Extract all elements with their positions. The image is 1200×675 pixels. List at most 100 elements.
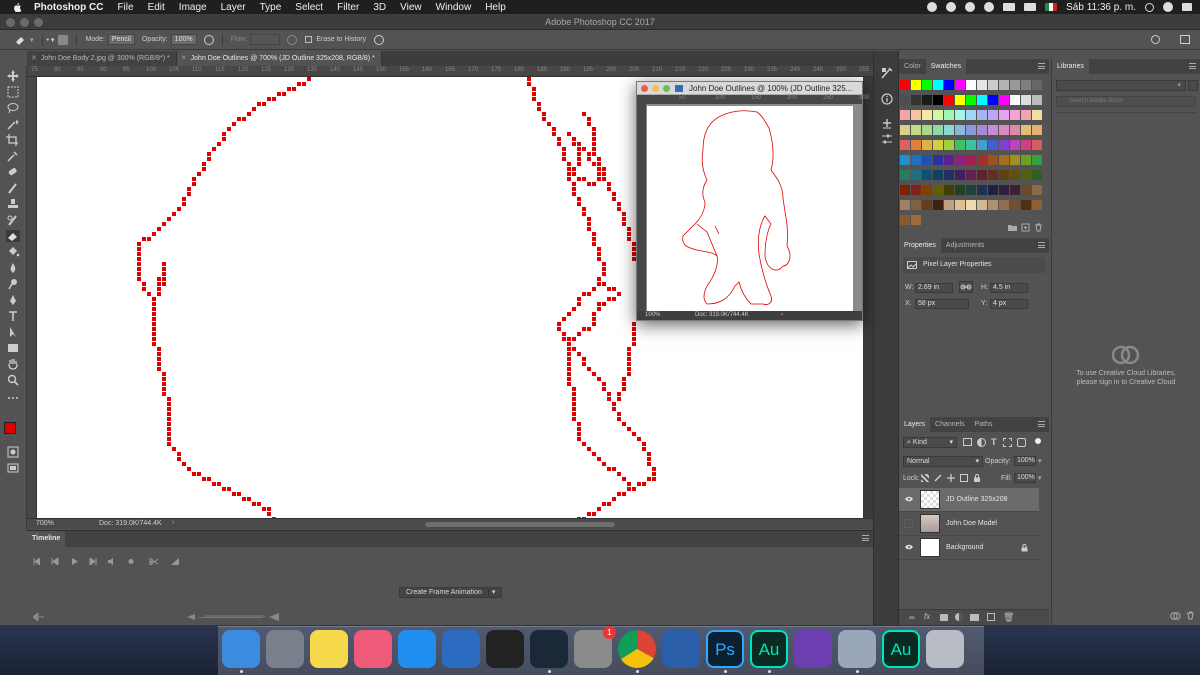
- menu-layer[interactable]: Layer: [221, 2, 246, 13]
- layer-row-jd-outline[interactable]: JD Outline 325x208: [899, 488, 1039, 512]
- dock-app-word[interactable]: [662, 630, 700, 668]
- color-swatch[interactable]: [988, 140, 998, 150]
- dock-app-launchpad[interactable]: [266, 630, 304, 668]
- blur-tool-icon[interactable]: [6, 262, 20, 274]
- color-swatch[interactable]: [933, 95, 943, 105]
- color-swatch[interactable]: [966, 80, 976, 90]
- color-swatch[interactable]: [1010, 185, 1020, 195]
- color-swatch[interactable]: [999, 110, 1009, 120]
- color-swatch[interactable]: [977, 110, 987, 120]
- screen-mode-icon[interactable]: [6, 462, 20, 474]
- flow-input[interactable]: [250, 34, 281, 45]
- clone-stamp-tool-icon[interactable]: [6, 198, 20, 210]
- dock-app-app-store[interactable]: [398, 630, 436, 668]
- color-swatch[interactable]: [988, 110, 998, 120]
- color-swatch[interactable]: [922, 80, 932, 90]
- dock-app-notes[interactable]: [310, 630, 348, 668]
- color-swatch[interactable]: [988, 95, 998, 105]
- color-swatch[interactable]: [1032, 80, 1042, 90]
- layer-filter-select[interactable]: ⌕ Kind ▾: [903, 437, 957, 448]
- menu-select[interactable]: Select: [295, 2, 323, 13]
- workspace-icon[interactable]: [1180, 35, 1190, 44]
- color-swatch[interactable]: [977, 125, 987, 135]
- tab-color[interactable]: Color: [899, 59, 926, 74]
- floating-canvas-area[interactable]: [646, 104, 862, 311]
- color-swatch[interactable]: [900, 140, 910, 150]
- color-swatch[interactable]: [933, 185, 943, 195]
- previous-frame-icon[interactable]: [51, 558, 59, 565]
- color-swatch[interactable]: [966, 125, 976, 135]
- color-swatch[interactable]: [966, 95, 976, 105]
- brush-settings-icon[interactable]: [881, 67, 893, 79]
- color-swatch[interactable]: [999, 125, 1009, 135]
- close-button[interactable]: [641, 85, 648, 92]
- color-swatch[interactable]: [955, 80, 965, 90]
- library-select[interactable]: ▾: [1056, 80, 1186, 91]
- color-swatch[interactable]: [944, 185, 954, 195]
- width-input[interactable]: 2.69 in: [915, 283, 953, 293]
- zoom-out-icon[interactable]: [187, 614, 195, 620]
- panel-menu-icon[interactable]: [862, 535, 869, 541]
- paint-bucket-tool-icon[interactable]: [6, 246, 20, 258]
- adjustment-layer-icon[interactable]: [955, 613, 963, 621]
- convert-to-video-icon[interactable]: [33, 613, 45, 621]
- scissors-icon[interactable]: [149, 558, 159, 565]
- height-input[interactable]: 4.5 in: [990, 283, 1028, 293]
- panel-menu-icon[interactable]: [1189, 63, 1196, 69]
- color-swatch[interactable]: [911, 170, 921, 180]
- chevron-down-icon[interactable]: ▾: [1038, 457, 1042, 465]
- x-input[interactable]: 58 px: [915, 299, 969, 309]
- audio-icon[interactable]: [107, 558, 115, 565]
- first-frame-icon[interactable]: [33, 558, 41, 565]
- color-swatch[interactable]: [955, 200, 965, 210]
- color-swatch[interactable]: [999, 140, 1009, 150]
- color-swatch[interactable]: [1010, 155, 1020, 165]
- filter-toggle-icon[interactable]: [1035, 438, 1041, 444]
- pressure-size-icon[interactable]: [374, 34, 385, 45]
- color-swatch[interactable]: [911, 215, 921, 225]
- color-swatch[interactable]: [1021, 140, 1031, 150]
- link-icon[interactable]: [959, 281, 973, 293]
- dock-app-music[interactable]: [354, 630, 392, 668]
- tab-paths[interactable]: Paths: [970, 417, 998, 432]
- zoom-button[interactable]: [663, 85, 670, 92]
- color-swatch[interactable]: [999, 95, 1009, 105]
- color-swatch[interactable]: [966, 185, 976, 195]
- color-swatch[interactable]: [999, 185, 1009, 195]
- link-layers-icon[interactable]: ∞: [909, 613, 915, 622]
- stock-search-input[interactable]: Search Adobe Stock: [1056, 96, 1196, 107]
- dock-app-finder[interactable]: [222, 630, 260, 668]
- smart-object-filter-icon[interactable]: [1017, 438, 1026, 447]
- tab-swatches[interactable]: Swatches: [925, 59, 967, 74]
- tab-libraries[interactable]: Libraries: [1052, 59, 1089, 74]
- pen-tool-icon[interactable]: [6, 294, 20, 306]
- menu-help[interactable]: Help: [485, 2, 506, 13]
- lock-pixels-icon[interactable]: [934, 474, 942, 482]
- panel-menu-icon[interactable]: [1038, 421, 1045, 427]
- color-swatch[interactable]: [1010, 80, 1020, 90]
- color-swatch[interactable]: [933, 170, 943, 180]
- color-swatch[interactable]: [1010, 95, 1020, 105]
- color-swatch[interactable]: [922, 110, 932, 120]
- foreground-color-swatch[interactable]: [4, 422, 16, 434]
- color-swatch[interactable]: [977, 185, 987, 195]
- menu-3d[interactable]: 3D: [373, 2, 386, 13]
- color-swatch[interactable]: [944, 95, 954, 105]
- color-swatch[interactable]: [977, 170, 987, 180]
- color-swatch[interactable]: [988, 80, 998, 90]
- color-swatch[interactable]: [900, 170, 910, 180]
- brush-tool-icon[interactable]: [6, 182, 20, 194]
- move-tool-icon[interactable]: [6, 70, 20, 82]
- floating-canvas[interactable]: [647, 106, 853, 311]
- color-swatch[interactable]: [988, 155, 998, 165]
- mode-select[interactable]: Pencil: [107, 34, 135, 45]
- dock-app-system-preferences[interactable]: 1: [574, 626, 616, 668]
- horizontal-ruler[interactable]: 75 80 85 90 95 100 105 110 115 120 125 130 135 140 145…: [27, 66, 873, 77]
- color-swatch[interactable]: [944, 200, 954, 210]
- color-swatch[interactable]: [944, 155, 954, 165]
- dock-app-visual-studio[interactable]: [794, 630, 832, 668]
- color-swatch[interactable]: [922, 170, 932, 180]
- healing-brush-tool-icon[interactable]: [6, 166, 20, 178]
- color-swatch[interactable]: [900, 125, 910, 135]
- color-swatch[interactable]: [966, 200, 976, 210]
